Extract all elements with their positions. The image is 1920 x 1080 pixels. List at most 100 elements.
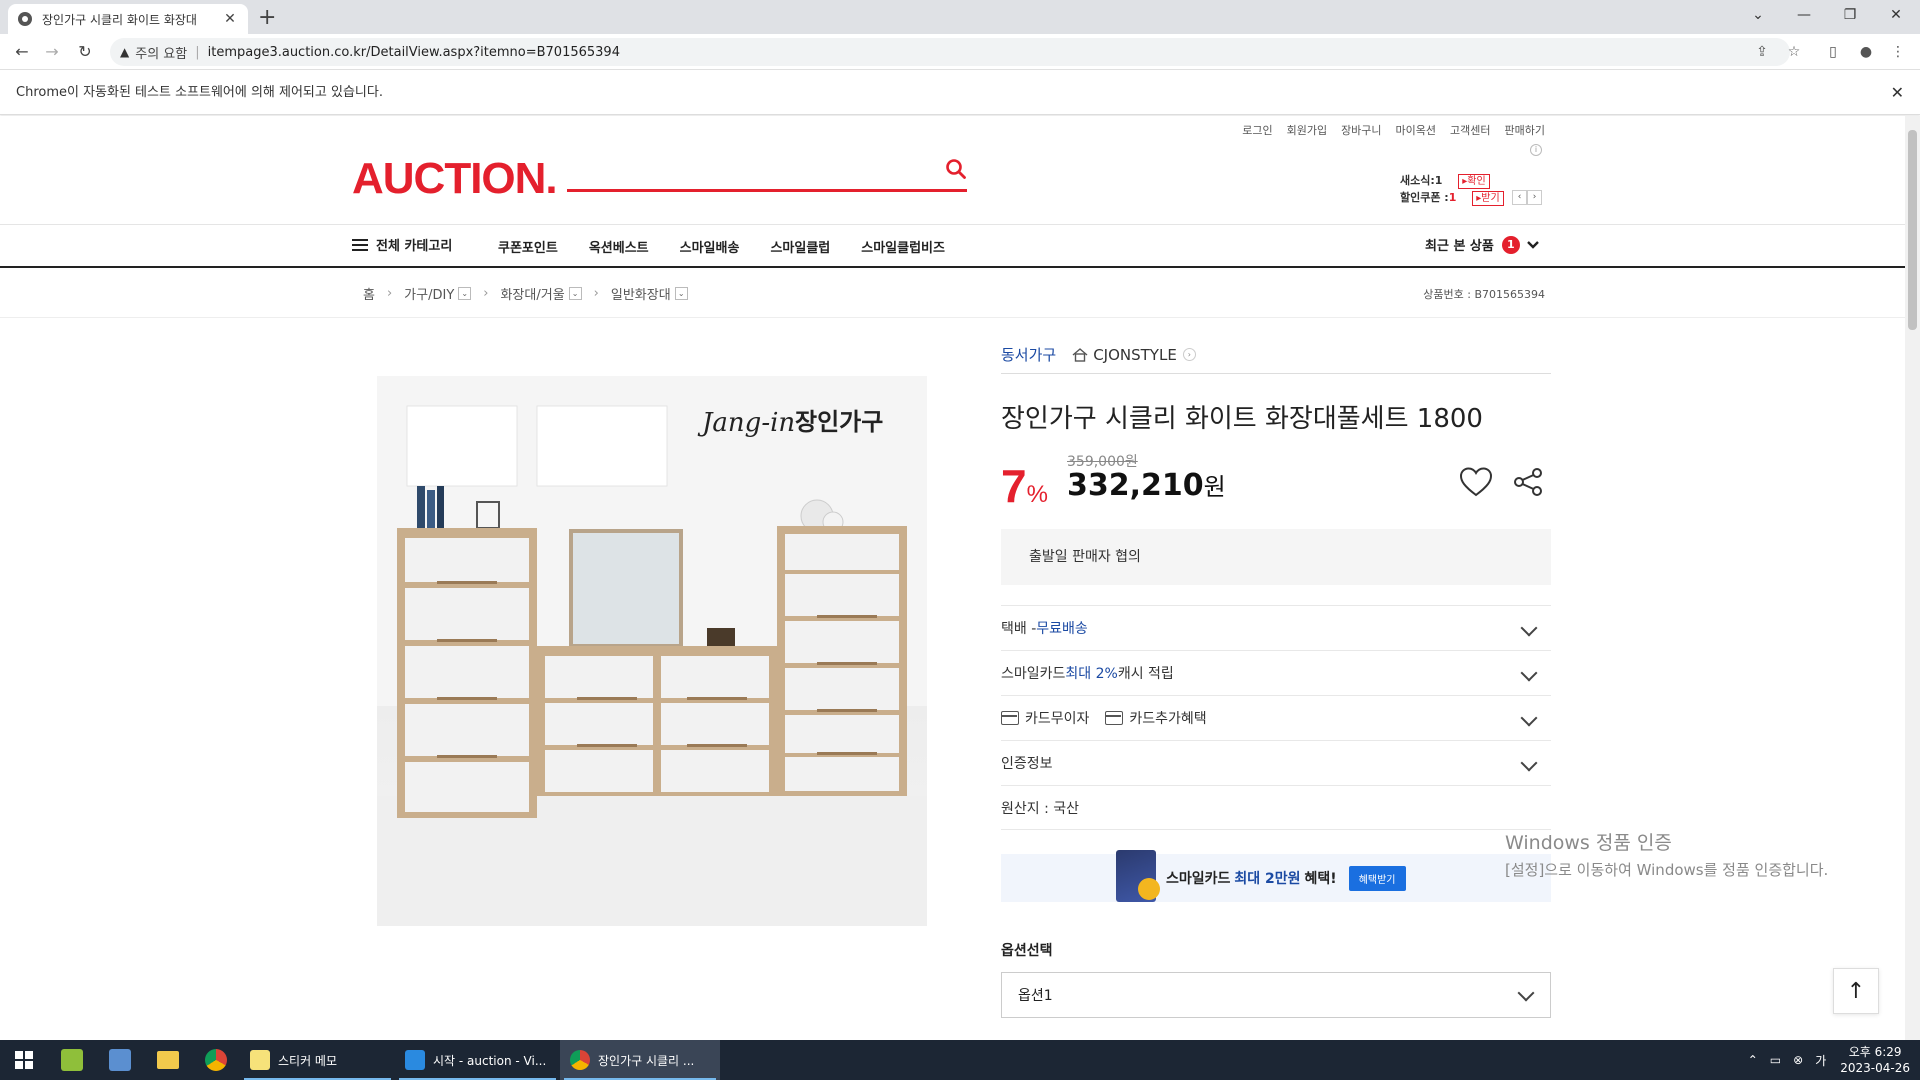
product-image[interactable]: Jang-in 장인가구 [377,376,927,926]
tab-search-icon[interactable]: ⌄ [1735,0,1781,34]
new-news-count: 1 [1434,174,1443,187]
close-window-icon[interactable]: ✕ [1873,0,1919,34]
auction-logo[interactable]: AUCTION. [352,154,558,204]
warning-icon[interactable]: ▲ [120,45,129,59]
product-title: 장인가구 시클리 화이트 화장대풀세트 1800 [1001,404,1483,434]
search-icon[interactable] [945,158,967,180]
clock-date: 2023-04-26 [1840,1061,1910,1075]
minimize-icon[interactable]: — [1781,0,1827,34]
sale-price-value: 332,210 [1067,468,1204,503]
breadcrumb-dropdown-icon[interactable]: ⌄ [458,287,472,300]
info-rows: 택배 - 무료배송 스마일카드 최대 2% 캐시 적립 카드무이자 카드추가혜택… [1001,605,1551,830]
breadcrumb-dropdown-icon[interactable]: ⌄ [674,287,688,300]
product-detail: 동서가구 CJONSTYLE › 장인가구 시클리 화이트 화장대풀세트 180… [1001,346,1551,1018]
search-input[interactable] [567,154,927,184]
address-bar[interactable]: ▲ 주의 요함 | itempage3.auction.co.kr/Detail… [110,38,1790,66]
reload-icon[interactable]: ↻ [73,40,97,64]
breadcrumb-home[interactable]: 홈 [363,284,375,303]
scroll-top-button[interactable]: ↑ [1833,968,1879,1014]
smile-card-banner[interactable]: 스마일카드 최대 2만원 혜택! 혜택받기 [1001,850,1551,902]
discount-unit: % [1026,481,1048,508]
login-link[interactable]: 로그인 [1242,122,1272,138]
chrome-menu-icon[interactable]: ⋮ [1888,42,1908,62]
wishlist-heart-icon[interactable] [1459,467,1493,497]
share-page-icon[interactable]: ⇪ [1752,42,1772,62]
new-news-confirm-label: 확인 [1467,176,1486,187]
page-scrollbar[interactable] [1905,116,1920,1040]
new-news-label: 새소식: [1400,174,1435,187]
mini-prev-icon[interactable]: ‹ [1512,190,1527,205]
maps-app-icon[interactable] [48,1040,96,1080]
tab-close-icon[interactable]: ✕ [222,11,238,27]
breadcrumb-dropdown-icon[interactable]: ⌄ [568,287,582,300]
certification-row[interactable]: 인증정보 [1001,740,1551,785]
new-tab-icon[interactable]: + [258,5,276,30]
benefit-button[interactable]: 혜택받기 [1348,865,1406,891]
infobar-close-icon[interactable]: ✕ [1891,71,1904,115]
scrollbar-thumb[interactable] [1908,130,1917,330]
recent-items-count: 1 [1501,235,1520,254]
info-icon[interactable]: i [1530,144,1542,156]
tray-chevron-up-icon[interactable]: ⌃ [1748,1053,1758,1067]
automation-notice: Chrome이 자동화된 테스트 소프트웨어에 의해 제어되고 있습니다. [16,85,383,100]
signup-link[interactable]: 회원가입 [1287,122,1327,138]
breadcrumb-level-3[interactable]: 일반화장대 [611,284,671,303]
windows-taskbar: 스티커 메모 시작 - auction - Vi... 장인가구 시클리 ...… [0,1040,1920,1080]
option-select[interactable]: 옵션1 [1001,972,1551,1018]
gnb-smile-club-biz[interactable]: 스마일클럽비즈 [861,237,945,256]
url-text[interactable]: itempage3.auction.co.kr/DetailView.aspx?… [208,45,620,60]
delivery-row[interactable]: 택배 - 무료배송 [1001,605,1551,650]
store-link[interactable]: CJONSTYLE › [1072,346,1196,364]
browser-tab[interactable]: 장인가구 시클리 화이트 화장대 ✕ [8,4,248,34]
chevron-down-icon [1520,709,1538,727]
taskbar-sticky-notes[interactable]: 스티커 메모 [240,1040,395,1080]
new-news-confirm-button[interactable]: ▸확인 [1458,174,1490,189]
seller-brand-link[interactable]: 동서가구 [1001,344,1056,365]
share-icon[interactable] [1513,467,1543,497]
taskbar-clock[interactable]: 오후 6:29 2023-04-26 [1840,1044,1910,1076]
card-benefit-icon [1105,711,1124,725]
cart-link[interactable]: 장바구니 [1341,122,1381,138]
all-category-label: 전체 카테고리 [376,239,453,254]
recent-items-button[interactable]: 최근 본 상품 1 [1425,235,1540,254]
ime-icon[interactable]: 가 [1815,1052,1826,1069]
windows-start-icon[interactable] [0,1040,48,1080]
breadcrumb-level-1[interactable]: 가구/DIY [404,284,454,303]
all-category-button[interactable]: 전체 카테고리 [352,235,452,254]
smile-card-row[interactable]: 스마일카드 최대 2% 캐시 적립 [1001,650,1551,695]
arrow-up-icon: ↑ [1846,978,1866,1004]
chrome-app-icon[interactable] [192,1040,240,1080]
breadcrumb-separator-icon: › [593,286,599,301]
volume-muted-icon[interactable]: ⊗ [1793,1053,1803,1067]
side-panel-icon[interactable]: ▯ [1823,42,1843,62]
gnb-smile-club[interactable]: 스마일클럽 [770,237,830,256]
pinned-app-icon[interactable] [96,1040,144,1080]
sell-link[interactable]: 판매하기 [1505,122,1545,138]
file-explorer-icon[interactable] [144,1040,192,1080]
breadcrumb-level-2[interactable]: 화장대/거울 [500,284,564,303]
customer-center-link[interactable]: 고객센터 [1450,122,1490,138]
card-value: 최대 2% [1065,666,1118,682]
gnb-auction-best[interactable]: 옥션베스트 [589,237,649,256]
security-label[interactable]: 주의 요함 [135,43,187,62]
bookmark-star-icon[interactable]: ☆ [1784,42,1804,62]
taskbar-app-label: 시작 - auction - Vi... [433,1053,547,1068]
network-icon[interactable]: ▭ [1770,1053,1781,1067]
card-benefit-row[interactable]: 카드무이자 카드추가혜택 [1001,695,1551,740]
gnb-smile-delivery[interactable]: 스마일배송 [680,237,740,256]
breadcrumb-bar: 홈 › 가구/DIY ⌄ › 화장대/거울 ⌄ › 일반화장대 ⌄ 상품번호 :… [0,268,1905,318]
chevron-down-icon [1520,619,1538,637]
restore-icon[interactable]: ❐ [1827,0,1873,34]
profile-icon[interactable]: ● [1856,42,1876,62]
coupon-receive-button[interactable]: ▸받기 [1472,191,1504,206]
taskbar-vscode[interactable]: 시작 - auction - Vi... [395,1040,560,1080]
taskbar-chrome-window[interactable]: 장인가구 시클리 ... [560,1040,720,1080]
my-auction-link[interactable]: 마이옥션 [1396,122,1436,138]
mini-next-icon[interactable]: › [1527,190,1542,205]
forward-icon[interactable]: → [40,40,64,64]
banner-suffix: 혜택! [1304,871,1337,887]
watermark-line-2: [설정]으로 이동하여 Windows를 정품 인증합니다. [1505,861,1829,879]
back-icon[interactable]: ← [10,40,34,64]
item-number: 상품번호 : B701565394 [1423,288,1545,301]
gnb-coupon-point[interactable]: 쿠폰포인트 [498,237,558,256]
